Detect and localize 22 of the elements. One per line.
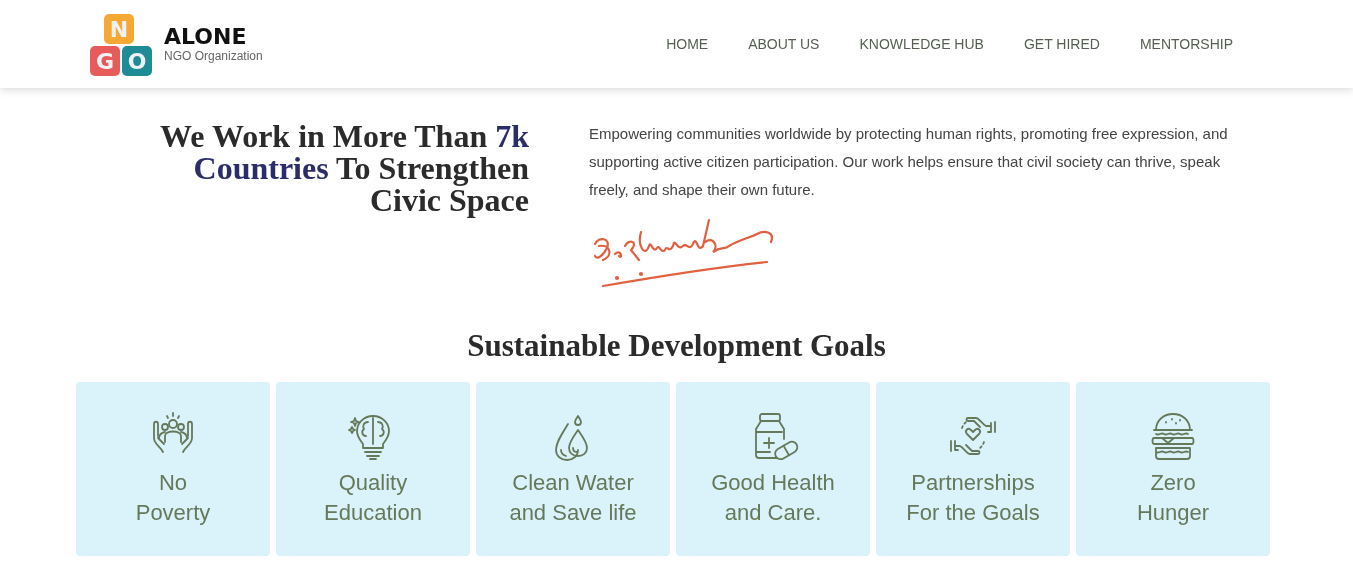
nav-link[interactable]: KNOWLEDGE HUB (859, 36, 984, 52)
goal-card[interactable]: Clean Water and Save life (476, 382, 670, 556)
goal-card[interactable]: No Poverty (76, 382, 270, 556)
goal-title: Good Health and Care. (711, 469, 835, 527)
nav-link[interactable]: MENTORSHIP (1139, 36, 1233, 52)
goal-title: Clean Water and Save life (509, 469, 637, 527)
nav-link[interactable]: ABOUT US (748, 36, 820, 52)
brand-tagline: NGO Organization (164, 49, 263, 63)
goal-card[interactable]: Quality Education (276, 382, 470, 556)
brand-name: ALONE (164, 25, 248, 49)
goal-title: Partnerships For the Goals (906, 469, 1040, 527)
goal-title: No Poverty (135, 469, 211, 527)
section-title: Sustainable Development Goals (466, 328, 887, 364)
hero-heading: We Work in More Than 7k Countries To Strengthen Civic Space (159, 120, 529, 220)
hero-paragraph: Empowering communities worldwide by protecting human rights, promoting free expression, and supporting active citizen participation. Our work helps ensure that civil society can thrive, speak freely, and shape their own future. (589, 124, 1229, 200)
goal-card[interactable]: Good Health and Care. (676, 382, 870, 556)
goal-card[interactable]: Zero Hunger (1076, 382, 1270, 556)
nav-link[interactable]: HOME (666, 36, 709, 52)
goal-title: Quality Education (324, 469, 422, 527)
nav-link[interactable]: GET HIRED (1023, 36, 1100, 52)
goal-card[interactable]: Partnerships For the Goals (876, 382, 1070, 556)
goal-title: Zero Hunger (1136, 469, 1210, 527)
